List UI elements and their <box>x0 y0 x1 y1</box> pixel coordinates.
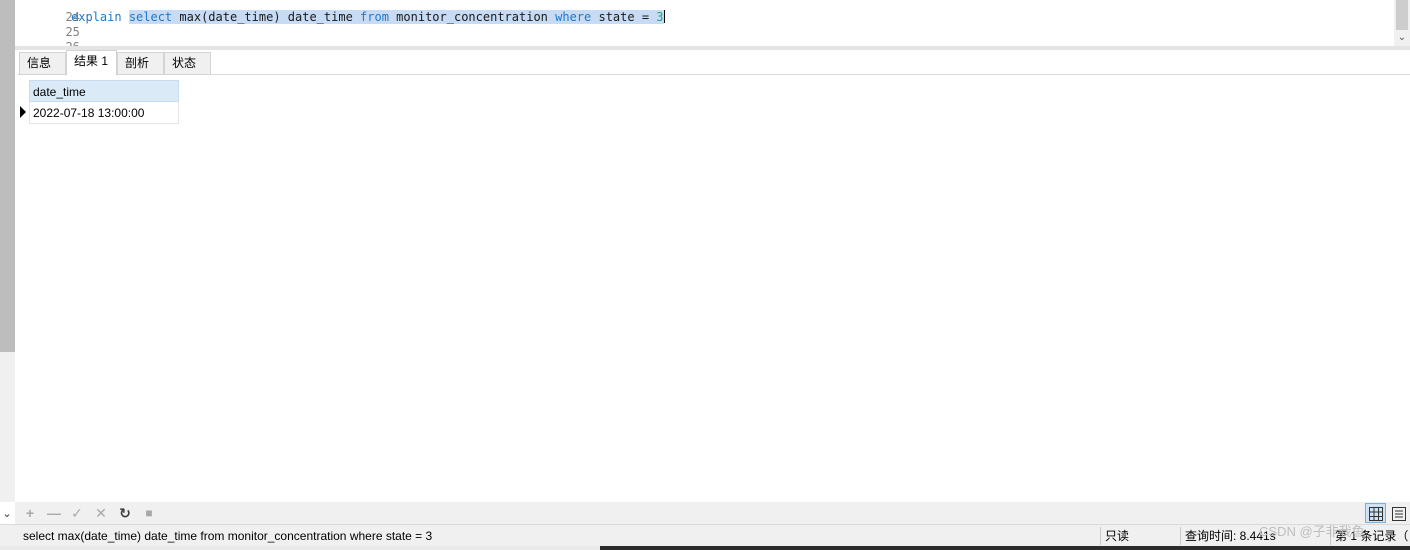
status-bar: select max(date_time) date_time from mon… <box>0 524 1410 546</box>
status-separator <box>1180 527 1181 545</box>
keyword-from: from <box>360 10 389 24</box>
check-icon[interactable]: ✓ <box>68 504 86 522</box>
sql-editor[interactable]: 24 25 explain select max(date_time) date… <box>18 0 1394 46</box>
chevron-down-icon[interactable]: ⌄ <box>1 507 13 521</box>
minus-icon[interactable]: — <box>45 504 63 522</box>
grid-toolbar: + — ✓ ✕ ↻ ■ <box>15 502 1410 524</box>
keyword-explain: explain <box>71 10 122 24</box>
sql-code[interactable]: explain select max(date_time) date_time … <box>71 10 665 25</box>
plus-icon[interactable]: + <box>21 504 39 522</box>
chevron-down-icon[interactable]: ⌄ <box>1396 31 1408 45</box>
code-text: state = <box>598 10 650 24</box>
left-gutter <box>0 352 15 502</box>
tab-info[interactable]: 信息 <box>19 52 66 75</box>
tab-profile[interactable]: 剖析 <box>117 52 164 75</box>
status-separator <box>1100 527 1101 545</box>
watermark: CSDN @子非我鱼 <box>1259 524 1365 539</box>
left-scroll-track[interactable] <box>0 0 15 352</box>
code-text: max(date_time) date_time <box>179 10 353 24</box>
selected-text: select max(date_time) date_time from mon… <box>128 10 664 24</box>
table-row[interactable]: 2022-07-18 13:00:00 <box>18 102 179 124</box>
taskbar-edge-light <box>0 546 600 550</box>
tab-status[interactable]: 状态 <box>164 52 211 75</box>
status-sql-text: select max(date_time) date_time from mon… <box>23 529 433 543</box>
text-caret <box>663 10 665 23</box>
close-icon[interactable]: ✕ <box>92 504 110 522</box>
editor-line: 25 explain select max(date_time) date_ti… <box>18 10 665 39</box>
editor-line: 24 <box>18 0 79 24</box>
stop-icon[interactable]: ■ <box>140 504 158 522</box>
keyword-select: select <box>128 10 173 24</box>
scrollbar-thumb[interactable] <box>1396 0 1408 30</box>
table-cell[interactable]: 2022-07-18 13:00:00 <box>29 102 179 124</box>
status-readonly: 只读 <box>1105 529 1130 543</box>
refresh-icon[interactable]: ↻ <box>116 504 134 522</box>
row-pointer-icon <box>20 106 26 118</box>
keyword-where: where <box>555 10 592 24</box>
grid-view-icon[interactable] <box>1365 503 1386 523</box>
result-tabs: 信息 结果 1 剖析 状态 <box>18 50 1410 76</box>
form-view-icon[interactable] <box>1388 503 1409 523</box>
editor-scrollbar[interactable]: ⌄ <box>1394 0 1410 46</box>
column-header[interactable]: date_time <box>29 80 179 102</box>
editor-line: 26 <box>18 25 79 46</box>
code-text: monitor_concentration <box>396 10 548 24</box>
code-number: 3 <box>656 10 664 24</box>
tab-result-1[interactable]: 结果 1 <box>66 50 117 76</box>
